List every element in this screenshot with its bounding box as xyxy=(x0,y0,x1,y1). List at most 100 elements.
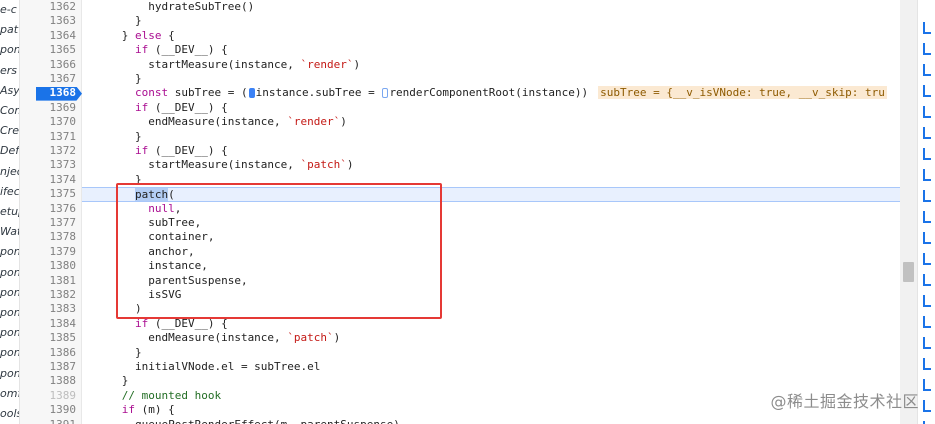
line-number[interactable]: 1372 xyxy=(20,144,77,158)
code-line[interactable]: startMeasure(instance, `render`) xyxy=(82,58,900,72)
code-token: startMeasure(instance, xyxy=(82,158,301,172)
code-token: } xyxy=(82,345,142,359)
line-number[interactable]: 1381 xyxy=(20,274,77,288)
code-line[interactable]: null, xyxy=(82,202,900,216)
code-line[interactable]: endMeasure(instance, `patch`) xyxy=(82,331,900,345)
line-number[interactable]: 1383 xyxy=(20,302,77,316)
file-tree-item[interactable]: pat xyxy=(0,20,19,40)
code-token: instance, xyxy=(82,259,208,273)
line-number[interactable]: 1375 xyxy=(20,187,77,201)
line-number[interactable]: 1370 xyxy=(20,115,77,129)
line-number[interactable]: 1371 xyxy=(20,130,77,144)
line-number[interactable]: 1388 xyxy=(20,374,77,388)
file-tree-item[interactable]: Com xyxy=(0,101,19,121)
panel-edge-icon xyxy=(923,358,931,370)
line-number[interactable]: 1376 xyxy=(20,202,77,216)
line-number[interactable]: 1384 xyxy=(20,317,77,331)
code-token: subTree = ( xyxy=(168,86,248,100)
line-number[interactable]: 1386 xyxy=(20,346,77,360)
file-tree-item[interactable]: Crea xyxy=(0,121,19,141)
panel-edge-icon xyxy=(923,190,931,202)
file-tree-item[interactable]: e-c xyxy=(0,0,19,20)
file-tree-item[interactable]: omf xyxy=(0,384,19,404)
line-number[interactable]: 1364 xyxy=(20,29,77,43)
code-token: ) xyxy=(340,115,347,129)
line-number[interactable]: 1379 xyxy=(20,245,77,259)
vertical-scrollbar[interactable] xyxy=(900,0,917,424)
file-tree-item[interactable]: ools xyxy=(0,404,19,424)
inline-breakpoint-icon[interactable] xyxy=(382,88,389,99)
file-tree-item[interactable]: pon xyxy=(0,323,19,343)
code-line[interactable]: container, xyxy=(82,230,900,244)
code-token: hydrateSubTree() xyxy=(82,0,255,13)
line-number[interactable]: 1366 xyxy=(20,58,77,72)
file-tree-item[interactable]: ifec xyxy=(0,182,19,202)
line-number[interactable]: 1368 xyxy=(20,86,77,100)
current-code-line[interactable]: patch( xyxy=(82,187,900,202)
code-line[interactable]: if (__DEV__) { xyxy=(82,317,900,331)
file-tree-item[interactable]: pon xyxy=(0,283,19,303)
code-line[interactable]: initialVNode.el = subTree.el xyxy=(82,360,900,374)
code-line[interactable]: ) xyxy=(82,302,900,316)
code-line[interactable]: hydrateSubTree() xyxy=(82,0,900,14)
file-tree-item[interactable]: Watc xyxy=(0,222,19,242)
line-number[interactable]: 1389 xyxy=(20,389,77,403)
code-line[interactable]: } xyxy=(82,130,900,144)
file-tree-item[interactable]: ers xyxy=(0,61,19,81)
code-line[interactable]: queuePostRenderEffect(m, parentSuspense) xyxy=(82,418,900,424)
file-tree-item[interactable]: etup xyxy=(0,202,19,222)
code-line[interactable]: } xyxy=(82,72,900,86)
code-line[interactable]: subTree, xyxy=(82,216,900,230)
code-token: parentSuspense, xyxy=(82,273,248,287)
code-line[interactable]: instance, xyxy=(82,259,900,273)
inline-breakpoint-icon[interactable] xyxy=(248,88,255,99)
code-line[interactable]: startMeasure(instance, `patch`) xyxy=(82,158,900,172)
file-tree-item[interactable]: Defi xyxy=(0,141,19,161)
line-number[interactable]: 1374 xyxy=(20,173,77,187)
code-line[interactable]: } xyxy=(82,173,900,187)
code-line[interactable]: } xyxy=(82,14,900,28)
line-number[interactable]: 1385 xyxy=(20,331,77,345)
code-line[interactable]: const subTree = (instance.subTree = rend… xyxy=(82,86,900,100)
file-tree-item[interactable]: pon xyxy=(0,40,19,60)
watermark: @稀土掘金技术社区 xyxy=(770,392,919,411)
code-line[interactable]: anchor, xyxy=(82,245,900,259)
code-line[interactable]: if (__DEV__) { xyxy=(82,101,900,115)
code-line[interactable]: } xyxy=(82,346,900,360)
code-line[interactable]: } else { xyxy=(82,29,900,43)
file-tree-item[interactable]: njec xyxy=(0,162,19,182)
line-number[interactable]: 1390 xyxy=(20,403,77,417)
file-tree-item[interactable]: pon xyxy=(0,343,19,363)
file-tree-item[interactable]: pon xyxy=(0,303,19,323)
line-number[interactable]: 1380 xyxy=(20,259,77,273)
line-number[interactable]: 1391 xyxy=(20,418,77,424)
scrollbar-thumb[interactable] xyxy=(903,262,914,282)
code-token: } xyxy=(82,72,142,85)
code-editor[interactable]: hydrateSubTree() } } else { if (__DEV__)… xyxy=(82,0,900,424)
file-tree-item[interactable]: pon xyxy=(0,263,19,283)
line-number[interactable]: 1373 xyxy=(20,158,77,172)
line-number[interactable]: 1367 xyxy=(20,72,77,86)
line-number[interactable]: 1363 xyxy=(20,14,77,28)
code-line[interactable]: if (__DEV__) { xyxy=(82,43,900,57)
file-tree-item[interactable]: pon xyxy=(0,242,19,262)
panel-edge-icon xyxy=(923,127,931,139)
line-number[interactable]: 1369 xyxy=(20,101,77,115)
file-tree-item[interactable]: pon xyxy=(0,364,19,384)
line-number[interactable]: 1378 xyxy=(20,230,77,244)
line-number[interactable]: 1387 xyxy=(20,360,77,374)
code-line[interactable]: isSVG xyxy=(82,288,900,302)
code-line[interactable]: if (__DEV__) { xyxy=(82,144,900,158)
code-token: (__DEV__) { xyxy=(148,100,228,114)
line-number[interactable]: 1365 xyxy=(20,43,77,57)
code-line[interactable]: endMeasure(instance, `render`) xyxy=(82,115,900,129)
line-number[interactable]: 1362 xyxy=(20,0,77,14)
line-number-gutter[interactable]: 1362 1363 1364 1365 1366 1367 1368 1369 1370 1371… xyxy=(20,0,82,424)
file-tree-item[interactable]: Asyn xyxy=(0,81,19,101)
code-line[interactable]: } xyxy=(82,374,900,388)
code-line[interactable]: parentSuspense, xyxy=(82,274,900,288)
line-number[interactable]: 1377 xyxy=(20,216,77,230)
line-number[interactable]: 1382 xyxy=(20,288,77,302)
